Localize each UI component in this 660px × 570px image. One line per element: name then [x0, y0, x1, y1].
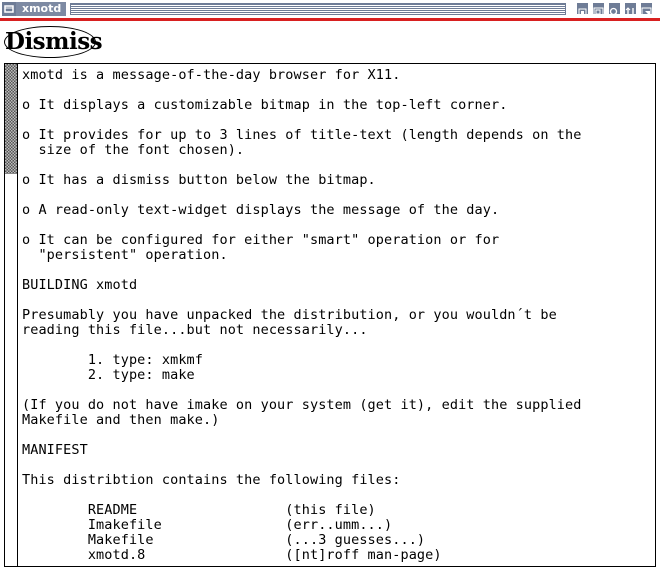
message-line: o It displays a customizable bitmap in t… — [22, 97, 508, 113]
message-line: size of the font chosen). — [22, 142, 245, 158]
message-line: Makefile (...3 guesses...) — [22, 532, 426, 548]
title-bar-stripes — [70, 3, 566, 15]
message-line: This distribtion contains the following … — [22, 472, 401, 488]
message-line: Imakefile (err..umm...) — [22, 517, 393, 533]
dismiss-button[interactable]: Dismiss — [4, 26, 103, 58]
message-line: BUILDING xmotd — [22, 277, 138, 293]
message-line: (If you do not have imake on your system… — [22, 397, 582, 413]
message-line — [22, 338, 652, 353]
message-line: 2. type: make — [22, 367, 195, 383]
message-line — [22, 83, 652, 98]
message-line: o It can be configured for either "smart… — [22, 232, 500, 248]
message-line: o It has a dismiss button below the bitm… — [22, 172, 376, 188]
message-line: "persistent" operation. — [22, 247, 228, 263]
window-menu-icon[interactable] — [2, 2, 16, 16]
message-line: o A read-only text-widget displays the m… — [22, 202, 500, 218]
message-line: xmotd.8 ([nt]roff man-page) — [22, 547, 442, 563]
message-line: o It provides for up to 3 lines of title… — [22, 127, 582, 143]
message-text-widget[interactable]: xmotd is a message-of-the-day browser fo… — [4, 63, 656, 567]
message-line: 1. type: xmkmf — [22, 352, 204, 368]
message-line — [22, 188, 652, 203]
message-content: xmotd is a message-of-the-day browser fo… — [22, 68, 652, 563]
message-line — [22, 158, 652, 173]
message-line: Makefile and then make.) — [22, 412, 220, 428]
window-title: xmotd — [16, 2, 66, 16]
message-line: README (this file) — [22, 502, 376, 518]
message-line: Presumably you have unpacked the distrib… — [22, 307, 557, 323]
message-line: MANIFEST — [22, 442, 88, 458]
maximize-icon[interactable] — [640, 2, 653, 18]
message-line: xmotd is a message-of-the-day browser fo… — [22, 67, 401, 83]
iconify-icon[interactable] — [576, 2, 589, 17]
message-line — [22, 383, 652, 398]
message-line — [22, 293, 652, 308]
message-line — [22, 113, 652, 128]
message-line — [22, 263, 652, 278]
resize-icon[interactable] — [592, 2, 605, 18]
title-bar[interactable]: xmotd — [0, 0, 660, 18]
vertical-scrollbar[interactable] — [5, 64, 18, 566]
message-line — [22, 428, 652, 443]
scrollbar-thumb[interactable] — [5, 64, 17, 174]
zoom-icon[interactable] — [608, 2, 621, 18]
title-bar-accent-line — [0, 18, 660, 21]
sort-icon[interactable] — [624, 2, 637, 18]
message-line — [22, 488, 652, 503]
message-line — [22, 458, 652, 473]
message-line — [22, 218, 652, 233]
message-line: reading this file...but not necessarily.… — [22, 322, 368, 338]
